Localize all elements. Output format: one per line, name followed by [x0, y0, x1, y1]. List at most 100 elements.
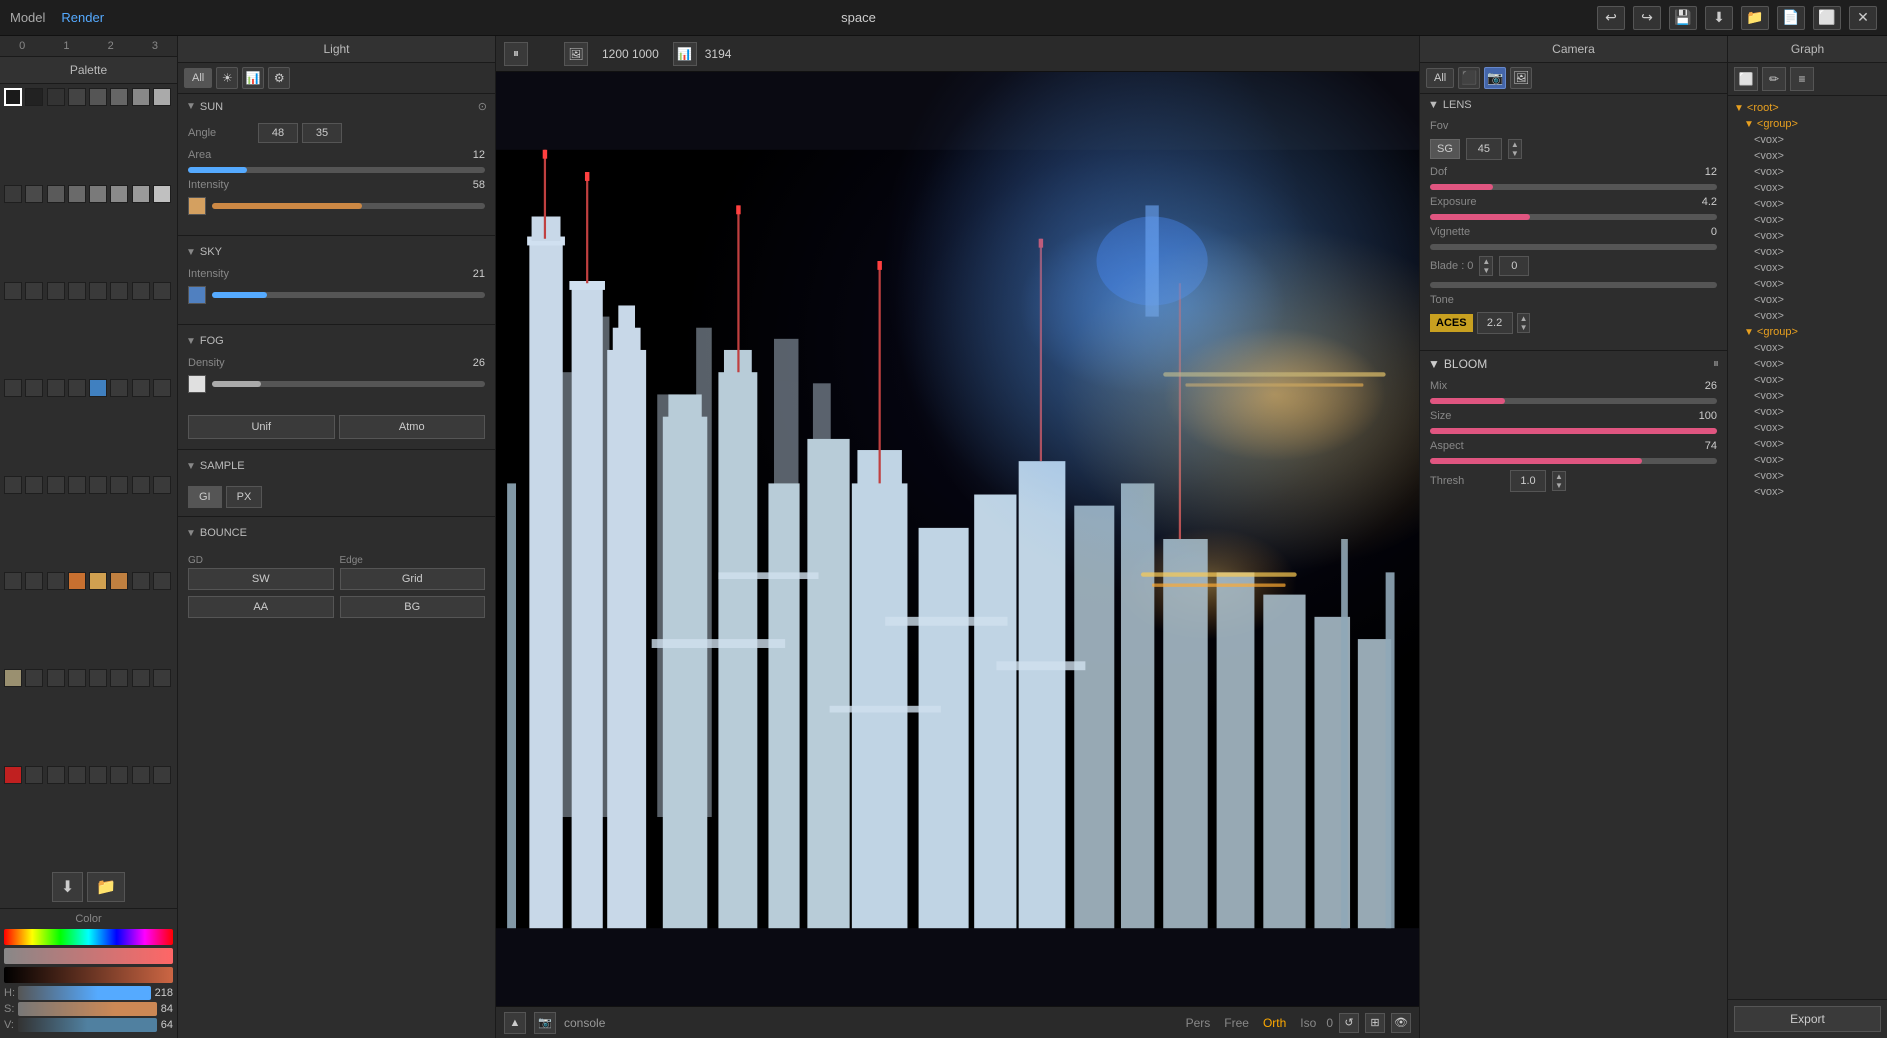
blade-value[interactable]: 0 [1499, 256, 1529, 276]
palette-cell[interactable] [4, 476, 22, 494]
palette-tab-2[interactable]: 2 [89, 36, 133, 56]
palette-cell[interactable] [68, 379, 86, 397]
palette-cell[interactable] [4, 379, 22, 397]
viewport-image[interactable] [496, 72, 1419, 1006]
s-slider[interactable] [18, 1002, 157, 1016]
tree-vox-g2-2[interactable]: <vox> [1728, 356, 1887, 372]
palette-cell[interactable] [68, 669, 86, 687]
thresh-up-btn[interactable]: ▲ [1553, 472, 1565, 481]
palette-cell[interactable] [89, 476, 107, 494]
menu-model[interactable]: Model [10, 10, 45, 25]
sun-intensity-slider[interactable] [212, 203, 485, 209]
grid-button[interactable]: Grid [340, 568, 486, 590]
tree-vox-4[interactable]: <vox> [1728, 180, 1887, 196]
palette-download-btn[interactable]: ⬇ [52, 872, 83, 902]
tree-vox-g2-8[interactable]: <vox> [1728, 452, 1887, 468]
fov-value[interactable]: 45 [1466, 138, 1502, 160]
view-mode-icon[interactable]: 👁 [1391, 1013, 1411, 1033]
camera-cam-icon[interactable]: 📷 [1484, 67, 1506, 89]
camera-img-icon[interactable]: 🖼 [1510, 67, 1532, 89]
viewport-triangle-btn[interactable]: ▲ [504, 1012, 526, 1034]
graph-square-btn[interactable]: ⬜ [1734, 67, 1758, 91]
palette-cell[interactable] [132, 185, 150, 203]
palette-cell[interactable] [132, 669, 150, 687]
palette-cell[interactable] [4, 282, 22, 300]
sun-angle-1-input[interactable]: 48 [258, 123, 298, 143]
pers-mode-btn[interactable]: Pers [1182, 1014, 1215, 1032]
tree-vox-6[interactable]: <vox> [1728, 212, 1887, 228]
window-button[interactable]: ⬜ [1813, 6, 1841, 30]
tree-vox-1[interactable]: <vox> [1728, 132, 1887, 148]
viewport-camera-btn[interactable]: 🖼 [564, 42, 588, 66]
thresh-value[interactable]: 1.0 [1510, 470, 1546, 492]
bloom-section-header[interactable]: ▼ BLOOM ⏸ [1420, 350, 1727, 376]
tree-vox-g2-9[interactable]: <vox> [1728, 468, 1887, 484]
palette-cell[interactable] [25, 185, 43, 203]
camera-all-btn[interactable]: All [1426, 68, 1454, 88]
palette-cell[interactable] [153, 476, 171, 494]
aces-btn[interactable]: ACES [1430, 314, 1473, 332]
palette-cell[interactable] [68, 572, 86, 590]
undo-button[interactable]: ↩ [1597, 6, 1625, 30]
palette-cell[interactable] [110, 572, 128, 590]
aa-button[interactable]: AA [188, 596, 334, 618]
tree-root[interactable]: ▼ <root> [1728, 100, 1887, 116]
palette-cell[interactable] [47, 476, 65, 494]
tree-vox-8[interactable]: <vox> [1728, 244, 1887, 260]
palette-cell[interactable] [4, 669, 22, 687]
sun-angle-2-input[interactable]: 35 [302, 123, 342, 143]
grid-mode-icon[interactable]: ⊞ [1365, 1013, 1385, 1033]
gi-button[interactable]: GI [188, 486, 222, 508]
palette-cell[interactable] [25, 669, 43, 687]
px-button[interactable]: PX [226, 486, 263, 508]
tone-up-btn[interactable]: ▲ [1518, 314, 1530, 323]
camera-cube-icon[interactable]: ⬛ [1458, 67, 1480, 89]
viewport-snap-btn[interactable]: 📷 [534, 1012, 556, 1034]
tree-group-2[interactable]: ▼ <group> [1728, 324, 1887, 340]
export-button[interactable]: Export [1734, 1006, 1881, 1032]
palette-cell[interactable] [25, 572, 43, 590]
fov-down-btn[interactable]: ▼ [1509, 149, 1521, 158]
palette-cell[interactable] [89, 669, 107, 687]
palette-cell[interactable] [89, 766, 107, 784]
palette-cell[interactable] [132, 572, 150, 590]
thresh-down-btn[interactable]: ▼ [1553, 481, 1565, 490]
graph-list-btn[interactable]: ≡ [1790, 67, 1814, 91]
orth-mode-btn[interactable]: Orth [1259, 1014, 1290, 1032]
download-button[interactable]: ⬇ [1705, 6, 1733, 30]
palette-cell[interactable] [132, 766, 150, 784]
sun-area-slider[interactable] [188, 167, 485, 173]
light-settings-icon[interactable]: ⚙ [268, 67, 290, 89]
sun-section-header[interactable]: ▼ SUN ⊙ [178, 94, 495, 119]
palette-cell[interactable] [153, 379, 171, 397]
palette-cell[interactable] [110, 185, 128, 203]
palette-cell[interactable] [47, 572, 65, 590]
palette-cell[interactable] [47, 282, 65, 300]
bloom-pause-btn[interactable]: ⏸ [1713, 356, 1719, 371]
palette-cell[interactable] [68, 476, 86, 494]
palette-cell[interactable] [132, 476, 150, 494]
sample-section-header[interactable]: ▼ SAMPLE [178, 454, 495, 478]
free-mode-btn[interactable]: Free [1220, 1014, 1253, 1032]
palette-cell[interactable] [25, 282, 43, 300]
fov-mode-btn[interactable]: SG [1430, 139, 1460, 159]
tree-vox-10[interactable]: <vox> [1728, 276, 1887, 292]
palette-cell[interactable] [25, 766, 43, 784]
menu-render[interactable]: Render [61, 10, 104, 25]
palette-cell[interactable] [110, 476, 128, 494]
fog-density-slider[interactable] [212, 381, 485, 387]
tree-vox-g2-4[interactable]: <vox> [1728, 388, 1887, 404]
palette-cell[interactable] [47, 379, 65, 397]
sw-button[interactable]: SW [188, 568, 334, 590]
blade-slider[interactable] [1430, 282, 1717, 288]
unif-button[interactable]: Unif [188, 415, 335, 439]
tree-vox-5[interactable]: <vox> [1728, 196, 1887, 212]
tone-down-btn[interactable]: ▼ [1518, 323, 1530, 332]
fov-spinner[interactable]: ▲ ▼ [1508, 139, 1522, 159]
tree-vox-g2-6[interactable]: <vox> [1728, 420, 1887, 436]
value-bar[interactable] [4, 967, 173, 983]
palette-folder-btn[interactable]: 📁 [87, 872, 125, 902]
bg-button[interactable]: BG [340, 596, 486, 618]
v-slider[interactable] [18, 1018, 157, 1032]
tree-vox-12[interactable]: <vox> [1728, 308, 1887, 324]
